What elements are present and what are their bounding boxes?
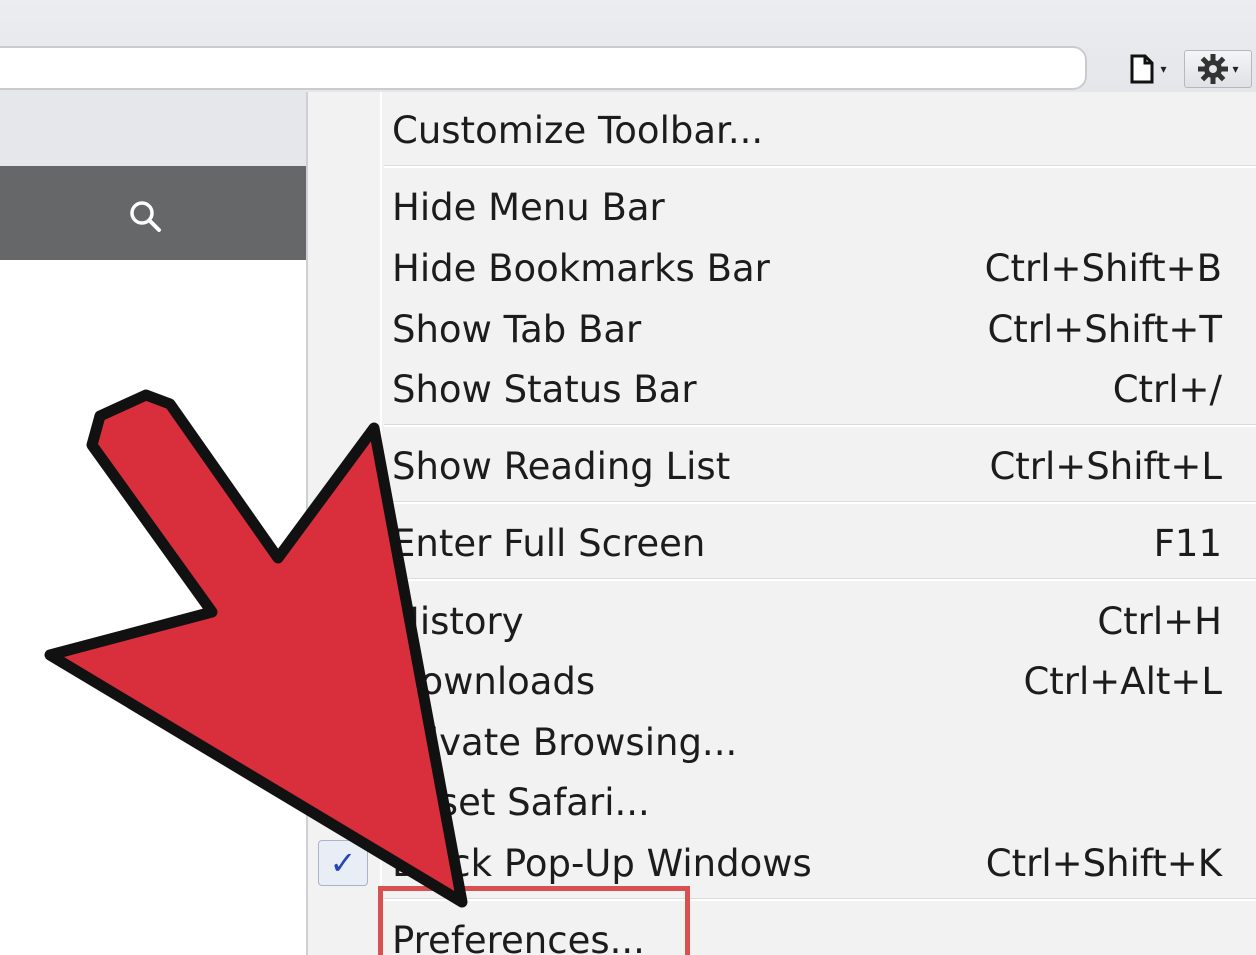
menu-item-shortcut: Ctrl+Shift+B [984, 246, 1222, 290]
menu-item-enter-full-screen[interactable]: Enter Full Screen F11 [392, 514, 1222, 572]
menu-item-shortcut: Ctrl+Shift+K [985, 841, 1222, 885]
menu-item-shortcut: F11 [1153, 521, 1222, 565]
menu-item-label: Hide Menu Bar [392, 185, 665, 229]
menu-item-shortcut: Ctrl+/ [1112, 367, 1222, 411]
menu-item-label: Show Reading List [392, 444, 731, 488]
menu-item-hide-menu-bar[interactable]: Hide Menu Bar [392, 178, 1222, 236]
menu-item-downloads[interactable]: Downloads Ctrl+Alt+L [392, 652, 1222, 710]
screenshot-stage: ▾ ▾ Customize Toolbar... Hide Menu Bar H… [0, 0, 1256, 955]
settings-menu-button[interactable]: ▾ [1184, 50, 1252, 88]
left-pane [0, 92, 306, 955]
menu-separator [384, 501, 1256, 504]
menu-item-show-status-bar[interactable]: Show Status Bar Ctrl+/ [392, 360, 1222, 418]
menu-item-shortcut: Ctrl+H [1097, 599, 1222, 643]
menu-item-label: History [392, 599, 524, 643]
menu-gutter-divider [380, 92, 382, 955]
menu-item-label: Downloads [392, 659, 596, 703]
menu-item-label: Reset Safari... [392, 780, 650, 824]
menu-separator [384, 578, 1256, 581]
menu-item-label: Enter Full Screen [392, 521, 706, 565]
menu-item-label: Private Browsing... [392, 720, 738, 764]
page-icon [1130, 54, 1154, 84]
menu-item-shortcut: Ctrl+Alt+L [1023, 659, 1222, 703]
settings-dropdown-menu: Customize Toolbar... Hide Menu Bar Hide … [306, 92, 1256, 955]
menu-item-reset-safari[interactable]: Reset Safari... [392, 773, 1222, 831]
page-menu-button[interactable]: ▾ [1118, 50, 1176, 88]
gear-icon [1198, 54, 1229, 84]
address-bar[interactable] [0, 46, 1087, 90]
browser-toolbar: ▾ ▾ [0, 0, 1256, 92]
preferences-highlight-box [378, 886, 690, 955]
checkmark-icon: ✓ [318, 840, 368, 886]
search-icon[interactable] [125, 196, 165, 236]
menu-item-label: Hide Bookmarks Bar [392, 246, 770, 290]
menu-item-label: Customize Toolbar... [392, 108, 764, 152]
menu-item-show-reading-list[interactable]: Show Reading List Ctrl+Shift+L [392, 437, 1222, 495]
menu-item-hide-bookmarks-bar[interactable]: Hide Bookmarks Bar Ctrl+Shift+B [392, 239, 1222, 297]
menu-gutter [308, 92, 378, 955]
menu-item-shortcut: Ctrl+Shift+T [987, 307, 1222, 351]
chevron-down-icon: ▾ [1160, 62, 1167, 76]
menu-item-shortcut: Ctrl+Shift+L [989, 444, 1222, 488]
menu-separator [384, 424, 1256, 427]
menu-item-history[interactable]: History Ctrl+H [392, 592, 1222, 650]
menu-item-customize-toolbar[interactable]: Customize Toolbar... [392, 101, 1222, 159]
menu-item-label: Show Status Bar [392, 367, 697, 411]
left-pane-header [0, 92, 306, 166]
menu-item-label: Show Tab Bar [392, 307, 642, 351]
menu-item-block-popup-windows[interactable]: Block Pop-Up Windows Ctrl+Shift+K [392, 834, 1222, 892]
menu-item-show-tab-bar[interactable]: Show Tab Bar Ctrl+Shift+T [392, 300, 1222, 358]
menu-item-private-browsing[interactable]: Private Browsing... [392, 713, 1222, 771]
menu-item-label: Block Pop-Up Windows [392, 841, 812, 885]
menu-separator [384, 165, 1256, 168]
chevron-down-icon: ▾ [1232, 62, 1239, 76]
